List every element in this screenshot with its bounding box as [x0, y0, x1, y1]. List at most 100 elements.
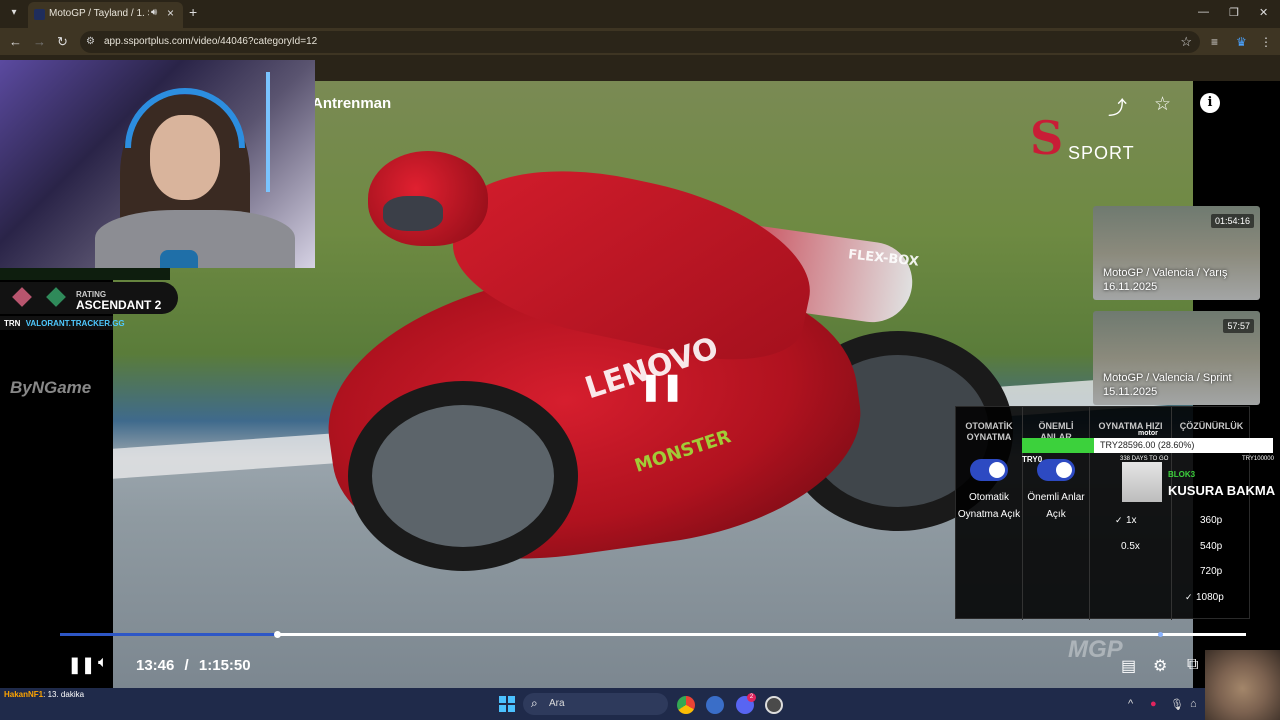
window-close-icon[interactable]: ✕	[1259, 6, 1268, 19]
recommendation-duration: 01:54:16	[1210, 214, 1254, 228]
tray-overflow-icon[interactable]: ^	[1128, 698, 1133, 710]
seek-bar-handle[interactable]	[274, 631, 282, 638]
microphone-icon	[160, 250, 198, 268]
minimize-icon[interactable]: —	[1198, 6, 1209, 18]
settings-gear-icon[interactable]: ⚙	[1153, 656, 1167, 676]
pause-button[interactable]: ❚❚	[68, 655, 95, 675]
forward-icon[interactable]: →	[33, 34, 46, 49]
taskbar-search-text: Ara	[549, 698, 565, 709]
rank-history-bar	[0, 268, 170, 280]
current-time: 13:46	[136, 657, 175, 674]
resolution-option-540p[interactable]: 540p	[1200, 541, 1222, 552]
taskbar-search[interactable]: ⌕ Ara	[523, 693, 668, 715]
streamer-webcam	[0, 60, 315, 268]
volume-icon[interactable]: 🔈︎	[98, 654, 108, 672]
song-title: KUSURA BAKMA	[1168, 483, 1276, 498]
motogp-watermark: MGP	[1068, 636, 1123, 663]
browser-menu-icon[interactable]: ⋮	[1260, 35, 1272, 49]
tab-favicon-icon	[34, 9, 45, 20]
reload-icon[interactable]: ↻	[57, 34, 68, 50]
song-artist: BLOK3	[1168, 470, 1196, 479]
tab-close-icon[interactable]: ×	[167, 6, 174, 20]
tab-title: MotoGP / Tayland / 1. Serbest	[49, 8, 149, 19]
seek-bar-progress	[60, 633, 278, 636]
back-icon[interactable]: ←	[9, 34, 22, 49]
discord-notification-badge: 2	[747, 693, 756, 702]
autoplay-label-line: Oynatma Açık	[957, 509, 1021, 520]
toggle-knob	[989, 462, 1005, 478]
autoplay-header: OTOMATİK OYNATMA	[956, 421, 1022, 443]
recommendation-card[interactable]: 01:54:16 MotoGP / Valencia / Yarış 16.11…	[1093, 206, 1260, 300]
autoplay-label-line: Otomatik	[968, 492, 1009, 503]
media-controls-icon[interactable]: ≡	[1211, 35, 1218, 49]
steam-icon[interactable]	[765, 696, 783, 714]
seek-hover-marker	[1158, 632, 1163, 637]
start-tile	[499, 696, 506, 703]
autoplay-label: Otomatik Oynatma Açık	[956, 489, 1022, 523]
highlights-toggle[interactable]	[1037, 459, 1075, 481]
time-display: 13:46 / 1:15:50	[136, 657, 251, 674]
tray-network-icon[interactable]: ⌂	[1190, 698, 1197, 710]
recommendation-title: MotoGP / Valencia / Yarış 16.11.2025	[1103, 266, 1228, 294]
url-text: app.ssportplus.com/video/44046?categoryI…	[104, 36, 318, 47]
donation-goal-max: TRY100000	[1242, 456, 1274, 462]
donation-goal-fill	[1022, 438, 1094, 453]
chat-message: HakanNF1: 13. dakika	[4, 690, 84, 699]
address-bar: ← → ↻ ⚙ app.ssportplus.com/video/44046?c…	[0, 28, 1280, 55]
info-icon[interactable]: i	[1200, 93, 1220, 113]
extension-icon[interactable]: ♛	[1236, 35, 1247, 49]
restore-icon[interactable]: ❐	[1229, 6, 1239, 19]
autoplay-header-line: OTOMATİK	[965, 421, 1013, 431]
pet-webcam	[1205, 650, 1280, 720]
autoplay-toggle[interactable]	[970, 459, 1008, 481]
check-icon: ✓	[1115, 515, 1123, 525]
browser-tab-bar: ▾ MotoGP / Tayland / 1. Serbest 🔊︎ × + —…	[0, 0, 1280, 28]
resolution-option-720p[interactable]: 720p	[1200, 566, 1222, 577]
recommendation-date: 16.11.2025	[1103, 281, 1158, 293]
highlights-label: Önemli Anlar Açık	[1023, 489, 1089, 523]
rating-value: ASCENDANT 2	[76, 298, 162, 312]
resolution-option-360p[interactable]: 360p	[1200, 515, 1222, 526]
tracker-prefix: TRN	[4, 319, 21, 328]
tab-search-menu-icon[interactable]: ▾	[6, 5, 22, 21]
favorite-star-icon[interactable]: ☆	[1154, 93, 1171, 116]
site-info-icon[interactable]: ⚙	[86, 36, 95, 47]
new-tab-icon[interactable]: +	[189, 4, 197, 20]
highlights-label-line: Açık	[1046, 509, 1066, 520]
rider-visor	[383, 196, 443, 231]
recommendation-title-line: MotoGP / Valencia / Sprint	[1103, 372, 1232, 384]
check-icon: ✓	[1185, 592, 1193, 602]
start-tile	[499, 705, 506, 712]
browser-tab[interactable]: MotoGP / Tayland / 1. Serbest 🔊︎ ×	[28, 2, 183, 28]
donation-goal-label: motor	[1138, 430, 1158, 437]
speed-option-1x[interactable]: 1x	[1126, 515, 1137, 526]
channel-logo: ByNGame	[10, 378, 92, 397]
recommendation-card[interactable]: 57:57 MotoGP / Valencia / Sprint 15.11.2…	[1093, 311, 1260, 405]
donation-goal-bar: TRY28596.00 (28.60%)	[1022, 438, 1273, 453]
song-album-art	[1122, 462, 1162, 502]
windows-start-icon[interactable]	[499, 696, 515, 712]
donation-goal-amount: TRY28596.00 (28.60%)	[1100, 440, 1195, 450]
highlights-header-line: ÖNEMLİ	[1038, 421, 1074, 431]
tray-mic-icon[interactable]: 🎙︎	[1170, 698, 1184, 711]
pip-icon[interactable]: ⧉	[1187, 656, 1198, 674]
highlights-label-line: Önemli Anlar	[1027, 492, 1085, 503]
tray-app-icon[interactable]: ●	[1150, 698, 1157, 710]
bookmark-star-icon[interactable]: ☆	[1180, 34, 1192, 50]
chat-username: HakanNF1	[4, 690, 44, 699]
recommendation-title: MotoGP / Valencia / Sprint 15.11.2025	[1103, 371, 1232, 399]
url-field[interactable]: ⚙ app.ssportplus.com/video/44046?categor…	[80, 31, 1200, 53]
speed-option-0-5x[interactable]: 0.5x	[1121, 541, 1140, 552]
tab-audio-icon[interactable]: 🔊︎	[151, 7, 157, 18]
center-pause-icon[interactable]: ❚❚	[640, 371, 684, 402]
resolution-option-1080p[interactable]: 1080p	[1196, 592, 1224, 603]
start-tile	[508, 705, 515, 712]
start-tile	[508, 696, 515, 703]
resolution-header: ÇÖZÜNÜRLÜK	[1179, 421, 1244, 431]
chrome-icon[interactable]	[677, 696, 695, 714]
toggle-knob	[1056, 462, 1072, 478]
time-separator: /	[184, 657, 189, 674]
app-icon[interactable]	[706, 696, 724, 714]
subtitles-icon[interactable]: ▤	[1121, 656, 1136, 676]
headset-icon	[125, 88, 245, 148]
